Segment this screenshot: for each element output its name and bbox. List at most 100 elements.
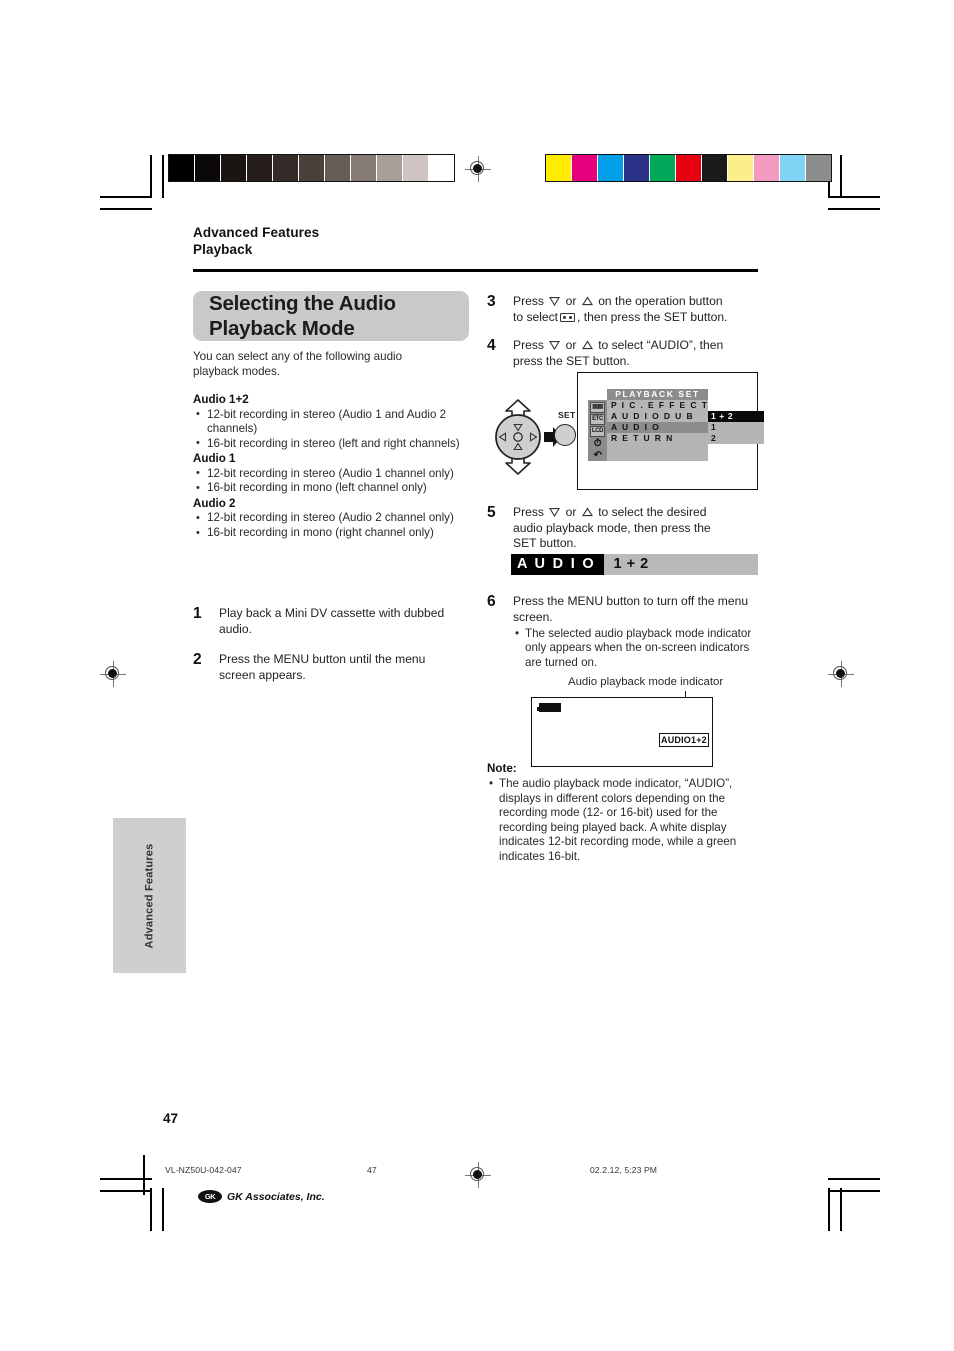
list-item: The audio playback mode indicator, “AUDI… <box>487 777 759 865</box>
menu-option-2[interactable]: 2 <box>708 433 764 444</box>
step3-part1: Press <box>513 294 544 308</box>
operation-button-diagram: SET <box>482 396 577 478</box>
step4-part2: to select “AUDIO”, then <box>598 338 724 352</box>
side-tab-label: Advanced Features <box>143 843 156 948</box>
note-block: Note: The audio playback mode indicator,… <box>487 762 759 865</box>
page-number: 47 <box>163 1111 179 1126</box>
list-item: 16-bit recording in stereo (left and rig… <box>193 436 471 452</box>
crop-mark-line <box>100 208 152 210</box>
calibration-swatch <box>572 155 597 181</box>
calibration-swatch <box>221 155 246 181</box>
step3-part4: , then press the SET button. <box>577 309 728 324</box>
step6-main: Press the MENU button to turn off the me… <box>513 594 749 624</box>
menu-item-return[interactable]: R E T U R N <box>607 433 708 444</box>
calibration-swatch <box>650 155 675 181</box>
mode-heading-0: Audio 1+2 <box>193 393 249 406</box>
cassette-icon <box>560 312 576 322</box>
menu-option-1[interactable]: 1 <box>708 422 764 433</box>
calibration-swatch <box>728 155 753 181</box>
footer-timestamp: 02.2.12, 5:23 PM <box>590 1165 658 1175</box>
calibration-swatch <box>806 155 831 181</box>
up-triangle-icon <box>581 507 593 517</box>
step5-part4: SET button. <box>513 536 577 551</box>
step-number: 2 <box>193 651 202 668</box>
step-number: 4 <box>487 337 496 354</box>
crop-mark-line <box>828 208 880 210</box>
side-tab-advanced-features: Advanced Features <box>113 818 186 973</box>
step6-sub-bullets: The selected audio playback mode indicat… <box>513 627 762 670</box>
crop-mark-line <box>150 1188 152 1231</box>
crop-mark-line <box>828 196 880 198</box>
publisher-credit: GK GK Associates, Inc. <box>198 1190 325 1203</box>
audio-mode-list: Audio 1+2 12-bit recording in stereo (Au… <box>193 392 471 541</box>
crop-mark-line <box>162 155 164 198</box>
calibration-swatch <box>780 155 805 181</box>
mode-bullets-0: 12-bit recording in stereo (Audio 1 and … <box>193 407 471 452</box>
step-2: 2 Press the MENU button until the menu s… <box>193 651 463 683</box>
page-kicker-line2: Playback <box>193 242 253 257</box>
lcd-top-edge <box>531 697 713 699</box>
note-bullets: The audio playback mode indicator, “AUDI… <box>487 777 759 865</box>
page-title: Selecting the Audio Playback Mode <box>193 291 396 341</box>
page-kicker-line1: Advanced Features <box>193 225 320 240</box>
step-5: 5 Press or to select the desired audio p… <box>487 505 762 552</box>
footer-file-id: VL-NZ50U-042-047 <box>165 1165 242 1175</box>
step-text: Press the MENU button to turn off the me… <box>513 594 762 670</box>
lcd-icon: LCD <box>590 426 605 437</box>
battery-icon <box>537 703 561 712</box>
calibration-swatch <box>429 155 454 181</box>
list-item: 12-bit recording in stereo (Audio 1 and … <box>193 407 471 437</box>
step3-part2: on the operation button <box>598 294 723 308</box>
list-item: 16-bit recording in mono (left channel o… <box>193 481 471 496</box>
intro-paragraph: You can select any of the following audi… <box>193 350 403 378</box>
menu-item-audio-dub[interactable]: A U D I O D U B <box>607 411 708 422</box>
calibration-swatch <box>546 155 571 181</box>
menu-list: P I C . E F F E C T A U D I O D U B A U … <box>607 400 708 461</box>
header-rule <box>193 269 758 273</box>
calibration-swatch <box>273 155 298 181</box>
step-4: 4 Press or to select “AUDIO”, then press… <box>487 337 762 369</box>
return-arrow-icon: ↶ <box>590 450 605 461</box>
calibration-swatch <box>754 155 779 181</box>
list-item: 16-bit recording in mono (right channel … <box>193 526 471 541</box>
crop-mark-line <box>162 1188 164 1231</box>
step-number: 6 <box>487 593 496 610</box>
step4-part1: Press <box>513 338 544 352</box>
crop-mark-line <box>828 1190 880 1192</box>
up-triangle-icon <box>581 296 593 306</box>
step5-or: or <box>565 505 577 519</box>
indicator-callout-label: Audio playback mode indicator <box>568 676 724 688</box>
step-6: 6 Press the MENU button to turn off the … <box>487 593 762 670</box>
etc-icon: ETC <box>590 414 605 425</box>
menu-item-pic-effect[interactable]: P I C . E F F E C T <box>607 400 708 411</box>
calibration-swatch <box>403 155 428 181</box>
menu-options: 1 + 2 1 2 <box>708 411 764 444</box>
menu-option-1plus2[interactable]: 1 + 2 <box>708 411 764 422</box>
audio-mode-indicator-chip: AUDIO1+2 <box>659 733 709 747</box>
page-title-line1: Selecting the Audio <box>209 292 396 315</box>
list-item: 12-bit recording in stereo (Audio 1 chan… <box>193 466 471 482</box>
step-3: 3 Press or on the operation button to se… <box>487 293 762 325</box>
registration-target-icon <box>465 1162 491 1188</box>
grayscale-calibration-strip <box>168 154 455 182</box>
calibration-swatch <box>247 155 272 181</box>
clock-icon: ⏱ <box>590 438 605 449</box>
step-number: 5 <box>487 504 496 521</box>
calibration-swatch <box>598 155 623 181</box>
calibration-swatch <box>702 155 727 181</box>
set-button-icon <box>554 424 576 446</box>
gk-logo-icon: GK <box>198 1190 222 1203</box>
calibration-swatch <box>624 155 649 181</box>
audio-status-label: A U D I O <box>511 554 604 575</box>
calibration-swatch <box>325 155 350 181</box>
crop-mark-line <box>150 155 152 198</box>
mode-heading-2: Audio 2 <box>193 496 236 510</box>
step5-part1: Press <box>513 505 544 519</box>
menu-screen-content: ▤▤ ETC LCD ⏱ ↶ PLAYBACK SET P I C . E F … <box>588 389 764 461</box>
menu-item-audio[interactable]: A U D I O <box>607 422 708 433</box>
down-triangle-icon <box>549 507 561 517</box>
registration-target-icon <box>100 661 126 687</box>
step-text: Press or on the operation button to sele… <box>513 294 727 325</box>
registration-target-icon <box>465 156 491 182</box>
calibration-swatch <box>351 155 376 181</box>
